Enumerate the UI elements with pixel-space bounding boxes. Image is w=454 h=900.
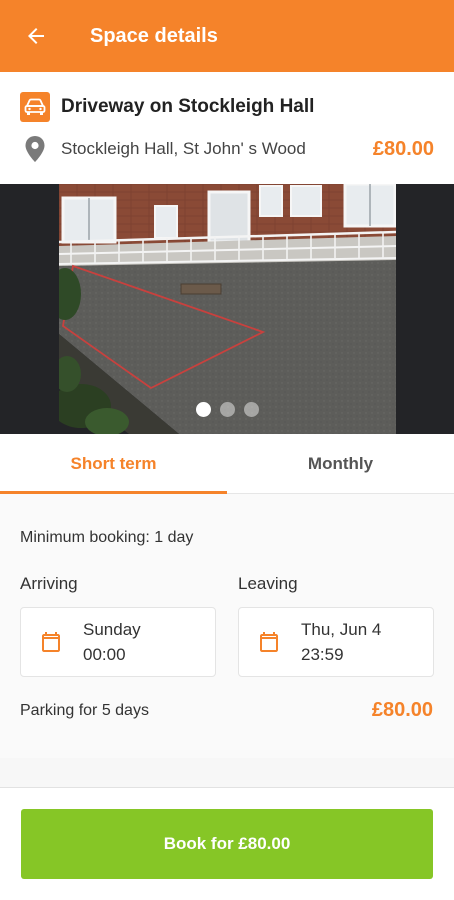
- page-title: Space details: [90, 24, 218, 47]
- gallery-dot[interactable]: [195, 402, 211, 417]
- arriving-label: Arriving: [20, 574, 78, 593]
- total-price: £80.00: [371, 699, 433, 721]
- car-icon: [20, 92, 50, 122]
- leaving-date-picker[interactable]: Thu, Jun 4 23:59: [238, 607, 434, 677]
- bottom-action-bar: Book for £80.00: [0, 788, 454, 900]
- booking-panel: Minimum booking: 1 day Arriving Leaving …: [0, 494, 454, 758]
- arriving-time: 00:00: [83, 645, 126, 664]
- arriving-date-picker[interactable]: Sunday 00:00: [20, 607, 216, 677]
- gallery-dot[interactable]: [219, 402, 235, 417]
- app-bar: Space details: [0, 0, 454, 72]
- parking-duration: Parking for 5 days: [20, 702, 149, 719]
- listing-price: £80.00: [372, 137, 434, 160]
- gallery-pagination: [0, 402, 454, 417]
- driveway-photo: [59, 184, 396, 434]
- arriving-day: Sunday: [83, 620, 141, 639]
- listing-title: Driveway on Stockleigh Hall: [61, 96, 315, 117]
- arrow-left-icon: [28, 28, 44, 44]
- listing-header: Driveway on Stockleigh Hall Stockleigh H…: [0, 72, 454, 184]
- calendar-icon: [39, 630, 63, 654]
- photo-gallery[interactable]: [0, 184, 454, 434]
- listing-address: Stockleigh Hall, St John' s Wood: [61, 139, 306, 158]
- tab-monthly[interactable]: Monthly: [227, 434, 454, 493]
- tab-short-term[interactable]: Short term: [0, 434, 227, 494]
- map-pin-icon: [20, 134, 50, 164]
- leaving-day: Thu, Jun 4: [301, 620, 382, 639]
- calendar-icon: [257, 630, 281, 654]
- minimum-booking-text: Minimum booking: 1 day: [20, 529, 194, 546]
- leaving-label: Leaving: [238, 574, 298, 593]
- gallery-dot[interactable]: [243, 402, 259, 417]
- leaving-time: 23:59: [301, 645, 344, 664]
- back-button[interactable]: [0, 0, 72, 72]
- book-button[interactable]: Book for £80.00: [21, 809, 433, 879]
- booking-tabs: Short term Monthly: [0, 434, 454, 494]
- section-divider: [0, 758, 454, 788]
